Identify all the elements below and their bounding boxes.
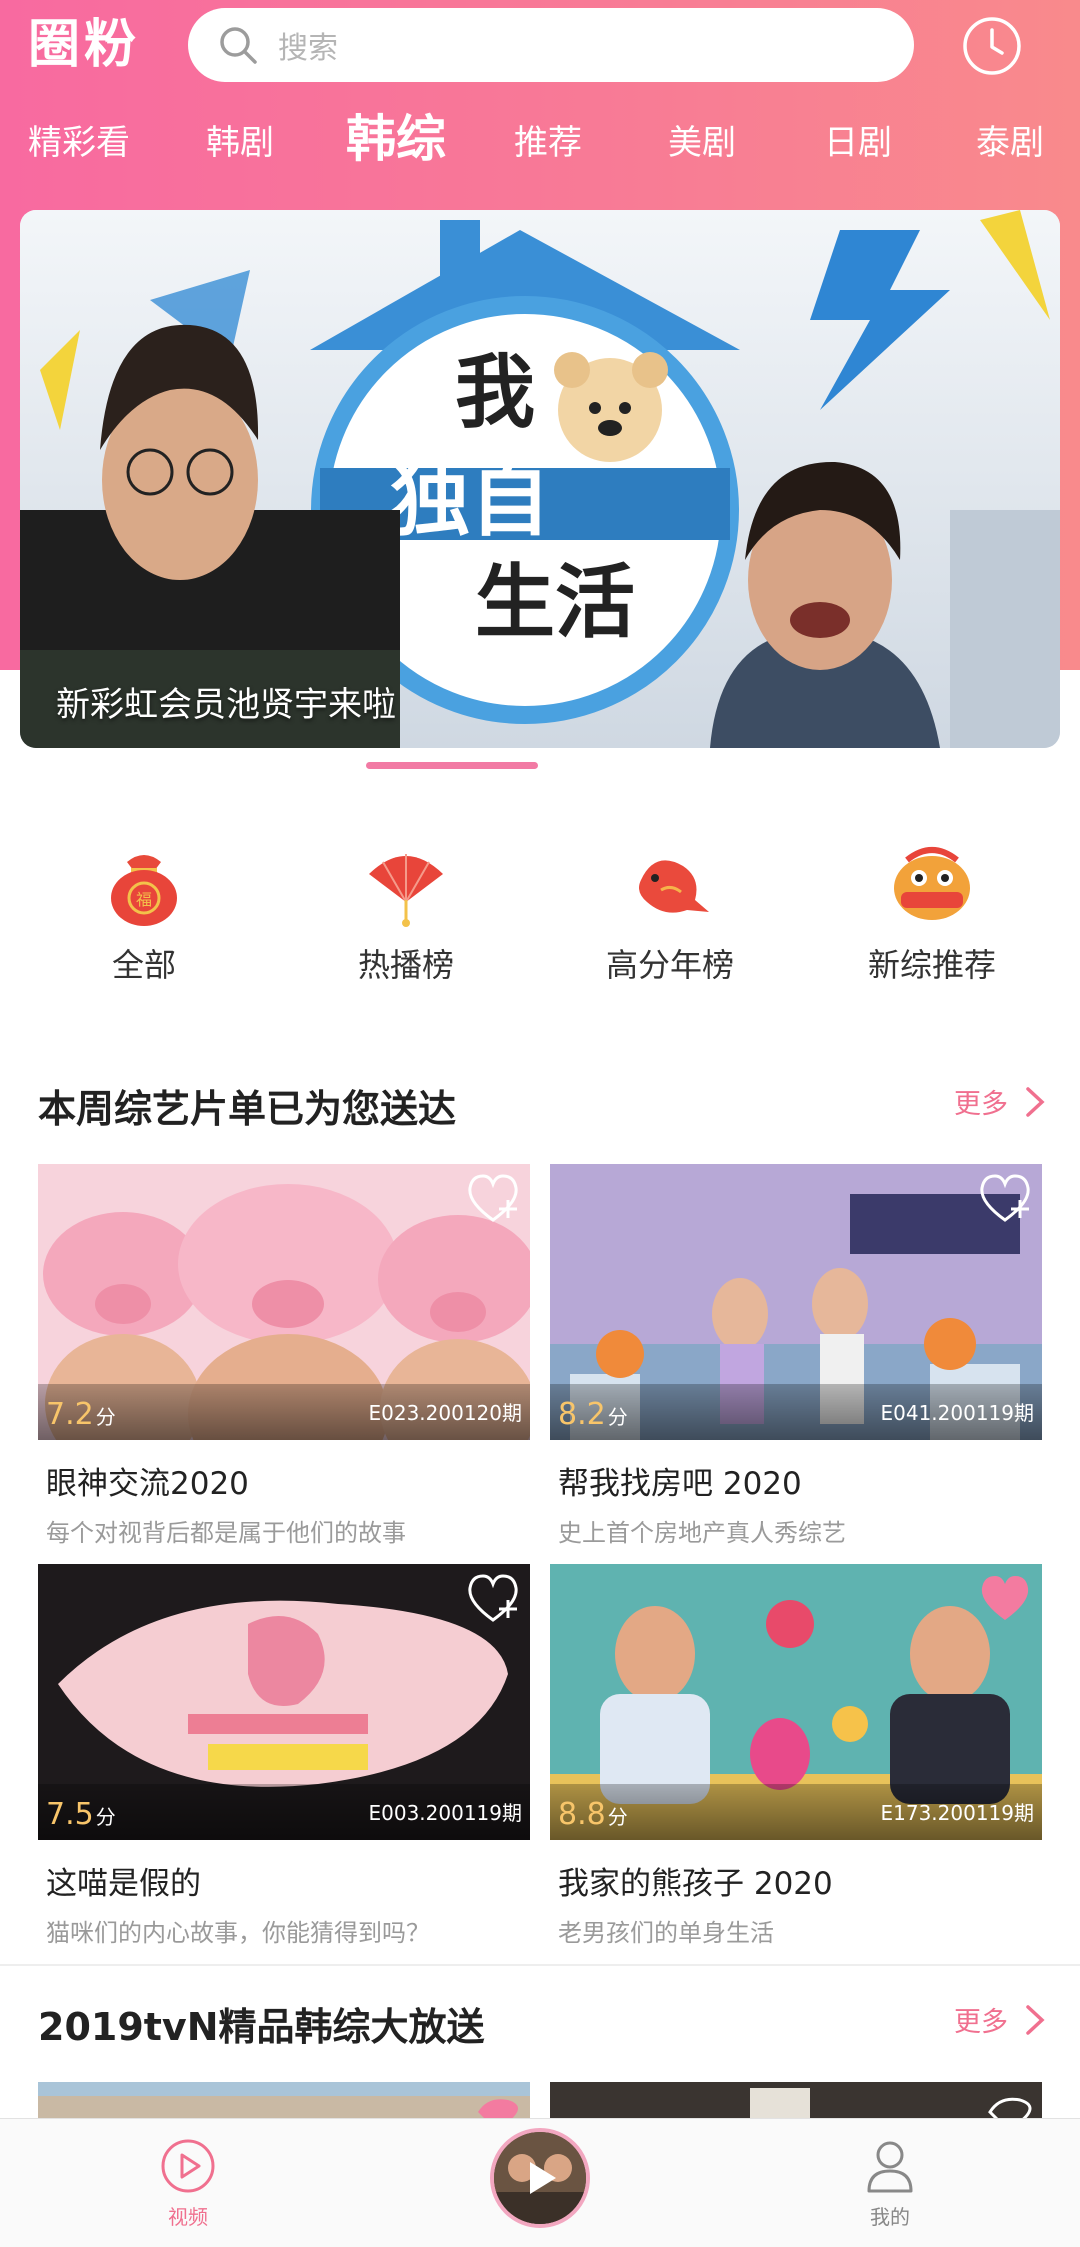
user-icon — [867, 2141, 913, 2193]
card-subtitle: 老男孩们的单身生活 — [558, 1919, 774, 1947]
favorite-add-icon[interactable] — [464, 1170, 522, 1226]
variety-card[interactable]: 7.5 分 E003.200119期 这喵是假的 猫咪们的内心故事，你能猜得到吗？ — [38, 1564, 530, 1948]
banner-caption: 新彩虹会员池贤宇来啦 — [56, 685, 396, 725]
carousel-indicator — [366, 762, 538, 769]
nav-video[interactable]: 视频 — [128, 2137, 248, 2230]
section-tvn-title: 2019tvN精品韩综大放送 — [38, 2005, 485, 2049]
section-weekly-title: 本周综艺片单已为您送达 — [38, 1087, 457, 1131]
favorite-add-icon[interactable] — [464, 1570, 522, 1626]
card-title: 这喵是假的 — [46, 1866, 201, 1902]
section-divider — [0, 1964, 1080, 1966]
variety-card[interactable]: 7.2 分 E023.200120期 眼神交流2020 每个对视背后都是属于他们的… — [38, 1164, 530, 1548]
rating-score: 7.2 分 — [46, 1397, 116, 1432]
card-title: 我家的熊孩子 2020 — [558, 1866, 833, 1902]
play-circle-icon — [161, 2139, 215, 2193]
nav-mine-label: 我的 — [870, 2205, 910, 2229]
tab-korean-variety[interactable]: 韩综 — [346, 104, 446, 174]
history-clock-icon[interactable] — [960, 14, 1024, 78]
featured-banner[interactable]: 我 独自 生活 新彩虹会员池贤宇来啦 — [20, 210, 1060, 748]
tab-korean-drama[interactable]: 韩剧 — [206, 108, 274, 178]
tab-recommend[interactable]: 推荐 — [514, 108, 582, 178]
card-thumbnail: 7.2 分 E023.200120期 — [38, 1164, 530, 1440]
category-shortcuts: 福 全部 热播榜 高分年榜 新综推荐 — [0, 840, 1080, 1000]
episode-label: E173.200119期 — [880, 1801, 1034, 1825]
card-subtitle: 每个对视背后都是属于他们的故事 — [46, 1519, 406, 1547]
episode-label: E041.200119期 — [880, 1401, 1034, 1425]
banner-art-char-1: 我 — [455, 346, 535, 439]
category-tabs: 精彩看 韩剧 韩综 推荐 美剧 日剧 泰剧 — [0, 108, 1080, 178]
tab-jingcaikan[interactable]: 精彩看 — [28, 108, 130, 178]
rating-score: 7.5 分 — [46, 1797, 116, 1832]
category-hot-label: 热播榜 — [357, 946, 454, 984]
banner-art-char-2: 独自 — [390, 454, 550, 547]
rating-score: 8.8 分 — [558, 1797, 628, 1832]
section-tvn-more[interactable]: 更多 — [954, 2000, 1048, 2039]
variety-card[interactable]: 8.8 分 E173.200119期 我家的熊孩子 2020 老男孩们的单身生活 — [550, 1564, 1042, 1948]
top-bar: 圈粉 搜索 — [0, 0, 1080, 92]
episode-label: E023.200120期 — [368, 1401, 522, 1425]
variety-card[interactable] — [550, 2082, 1042, 2122]
chevron-right-icon — [1026, 2004, 1045, 2035]
card-title: 帮我找房吧 2020 — [558, 1466, 802, 1502]
search-icon — [220, 27, 257, 64]
search-bar[interactable]: 搜索 — [188, 8, 914, 82]
chevron-right-icon — [1026, 1086, 1045, 1117]
card-title: 眼神交流2020 — [46, 1466, 249, 1502]
category-new-variety[interactable]: 新综推荐 — [832, 840, 1032, 986]
variety-card[interactable]: 8.2 分 E041.200119期 帮我找房吧 2020 史上首个房地产真人秀综… — [550, 1164, 1042, 1548]
card-thumbnail: 8.8 分 E173.200119期 — [550, 1564, 1042, 1840]
rating-score: 8.2 分 — [558, 1397, 628, 1432]
now-playing-thumbnail — [494, 2132, 586, 2224]
card-thumbnail: 8.2 分 E041.200119期 — [550, 1164, 1042, 1440]
variety-card[interactable] — [38, 2082, 530, 2122]
tab-jp-drama[interactable]: 日剧 — [824, 108, 892, 178]
tab-us-drama[interactable]: 美剧 — [668, 108, 736, 178]
now-playing-button[interactable] — [490, 2128, 590, 2228]
nav-mine[interactable]: 我的 — [830, 2137, 950, 2230]
nav-video-label: 视频 — [168, 2205, 208, 2229]
favorite-add-icon[interactable] — [976, 1170, 1034, 1226]
app-logo: 圈粉 — [28, 15, 141, 75]
episode-label: E003.200119期 — [368, 1801, 522, 1825]
banner-image: 我 独自 生活 — [20, 210, 1060, 748]
lucky-bag-char: 福 — [136, 890, 152, 909]
category-all[interactable]: 福 全部 — [44, 840, 244, 986]
card-thumbnail: 7.5 分 E003.200119期 — [38, 1564, 530, 1840]
category-new-variety-label: 新综推荐 — [867, 946, 996, 984]
lucky-bag-icon: 福 — [111, 855, 177, 926]
thumbnail-image — [550, 2082, 1042, 2122]
thumbnail-image — [38, 2082, 530, 2122]
more-label: 更多 — [954, 2007, 1008, 2038]
favorite-filled-icon[interactable] — [976, 1570, 1034, 1626]
card-subtitle: 猫咪们的内心故事，你能猜得到吗？ — [46, 1919, 430, 1947]
category-top-rated-label: 高分年榜 — [605, 946, 734, 984]
tab-thai-drama[interactable]: 泰剧 — [976, 108, 1044, 178]
category-top-rated[interactable]: 高分年榜 — [570, 840, 770, 986]
category-hot[interactable]: 热播榜 — [306, 840, 506, 986]
search-placeholder: 搜索 — [278, 31, 338, 66]
more-label: 更多 — [954, 1089, 1008, 1120]
category-all-label: 全部 — [111, 946, 176, 984]
banner-art-char-3: 生活 — [475, 556, 635, 649]
fan-icon — [369, 854, 443, 927]
koi-fish-icon — [639, 860, 709, 913]
card-subtitle: 史上首个房地产真人秀综艺 — [558, 1519, 846, 1547]
lion-dance-icon — [894, 847, 970, 920]
section-weekly-more[interactable]: 更多 — [954, 1082, 1048, 1121]
